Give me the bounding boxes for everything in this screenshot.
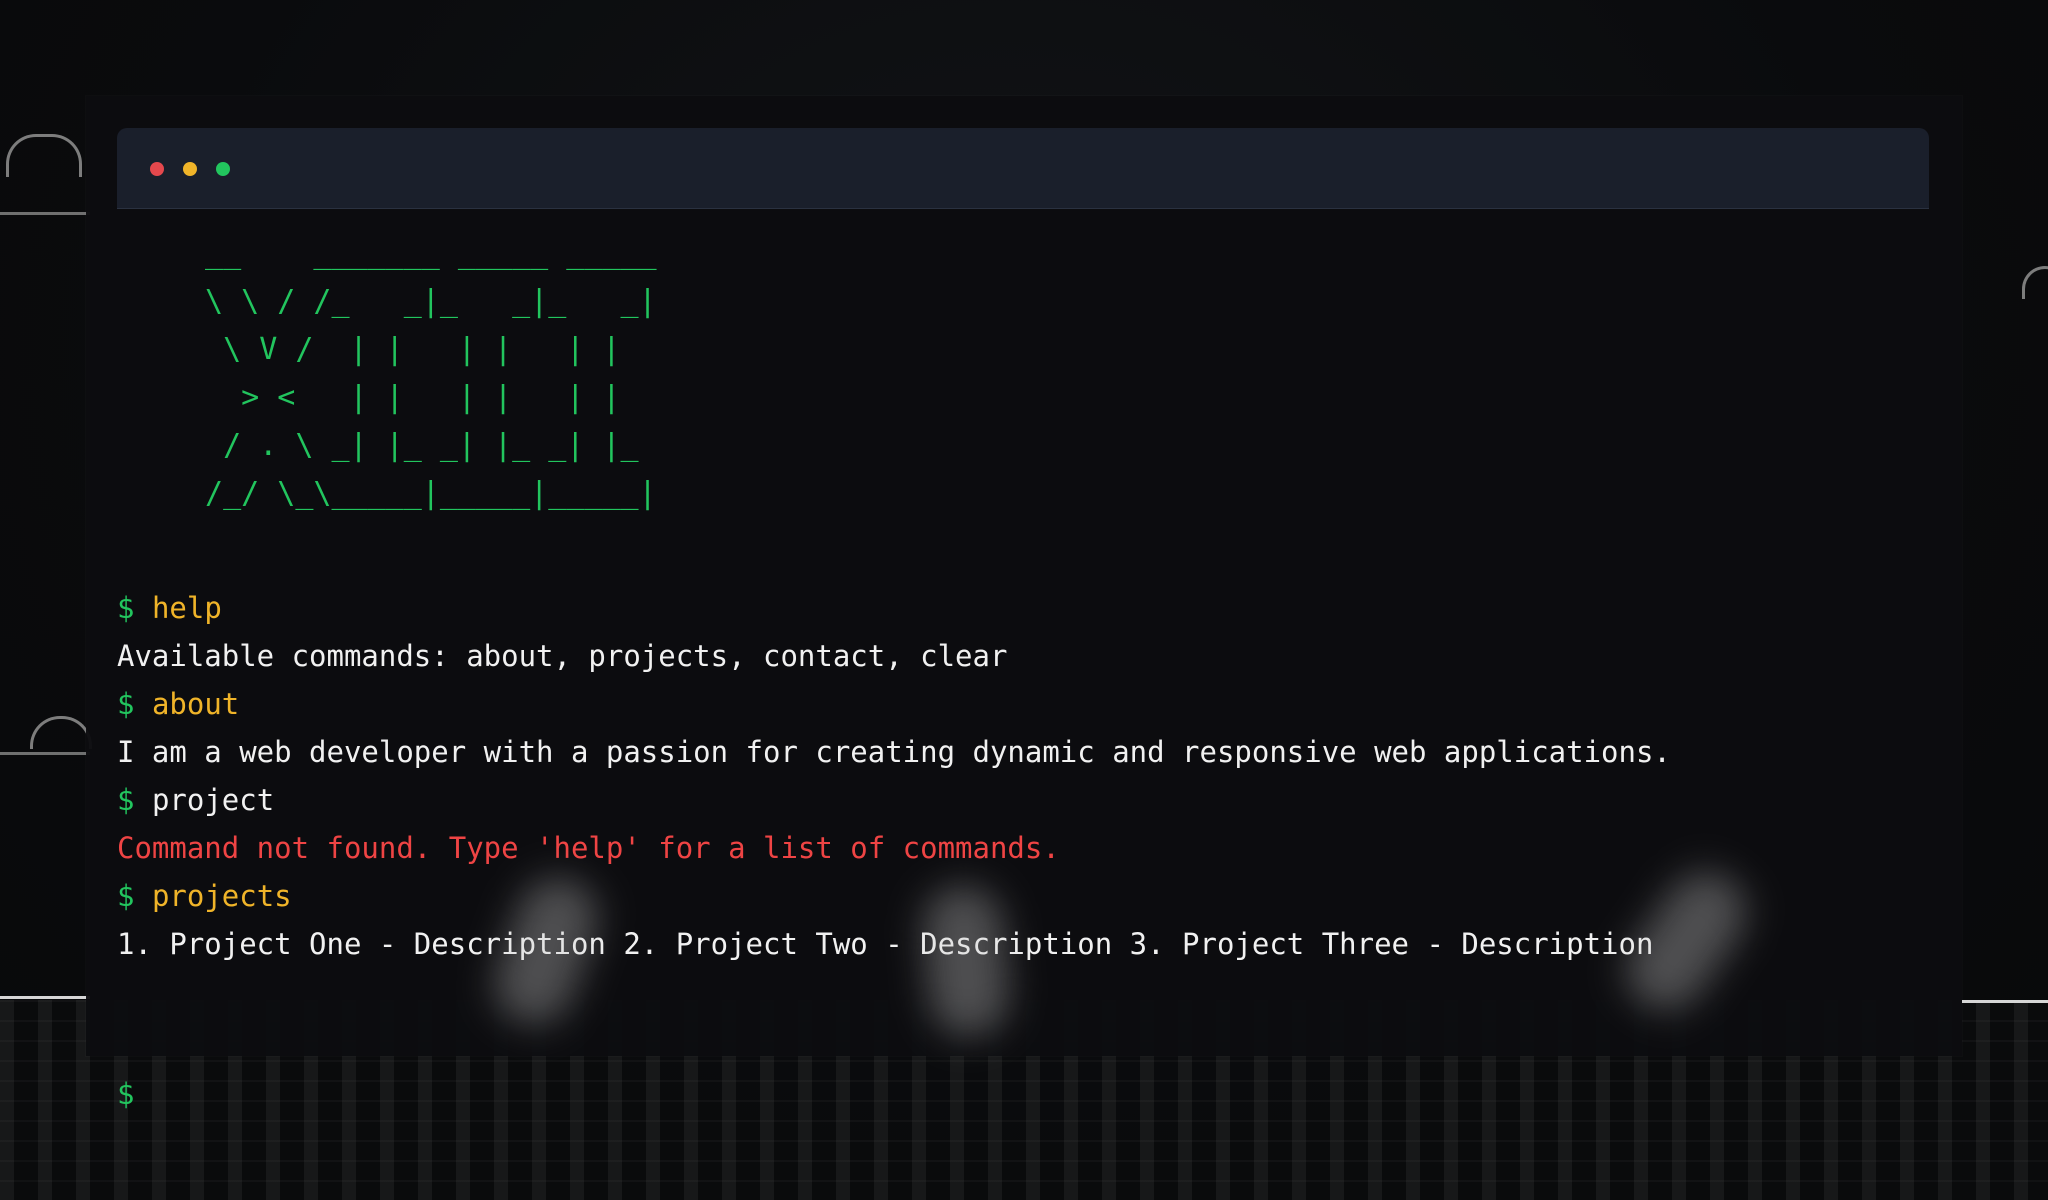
prompt-symbol: $	[117, 783, 135, 817]
error-line: Command not found. Type 'help' for a lis…	[117, 824, 1929, 872]
close-window-button[interactable]	[150, 162, 164, 176]
command-output: 1. Project One - Description 2. Project …	[117, 927, 1654, 961]
cloud-decoration	[2022, 266, 2048, 299]
output-line: I am a web developer with a passion for …	[117, 728, 1929, 776]
error-output: Command not found. Type 'help' for a lis…	[117, 831, 1060, 865]
cloud-decoration	[0, 212, 90, 215]
terminal-window: __ _______ _____ _____ \ \ / /_ _|_ _|_ …	[86, 96, 1962, 1118]
output-line: Available commands: about, projects, con…	[117, 632, 1929, 680]
command-text: project	[151, 783, 275, 817]
cloud-decoration	[30, 716, 92, 749]
command-output: I am a web developer with a passion for …	[117, 735, 1671, 769]
ascii-banner: __ _______ _____ _____ \ \ / /_ _|_ _|_ …	[205, 236, 657, 511]
command-line: $ about	[117, 680, 1929, 728]
prompt-symbol: $	[117, 591, 135, 625]
command-output: Available commands: about, projects, con…	[117, 639, 1008, 673]
cloud-decoration	[0, 752, 90, 755]
terminal-titlebar	[117, 128, 1929, 209]
ground-line	[0, 996, 90, 999]
prompt-symbol: $	[117, 879, 135, 913]
ground-line	[1962, 1000, 2048, 1003]
command-line: $ project	[117, 776, 1929, 824]
input-line: $	[117, 1070, 1929, 1118]
command-input[interactable]	[148, 1070, 1929, 1118]
prompt-symbol: $	[117, 1077, 135, 1111]
cloud-decoration	[6, 134, 82, 177]
command-text: about	[151, 687, 240, 721]
desktop-background: __ _______ _____ _____ \ \ / /_ _|_ _|_ …	[0, 0, 2048, 1200]
command-text: help	[151, 591, 222, 625]
maximize-window-button[interactable]	[216, 162, 230, 176]
minimize-window-button[interactable]	[183, 162, 197, 176]
command-text: projects	[151, 879, 292, 913]
prompt-symbol: $	[117, 687, 135, 721]
command-line: $ help	[117, 584, 1929, 632]
